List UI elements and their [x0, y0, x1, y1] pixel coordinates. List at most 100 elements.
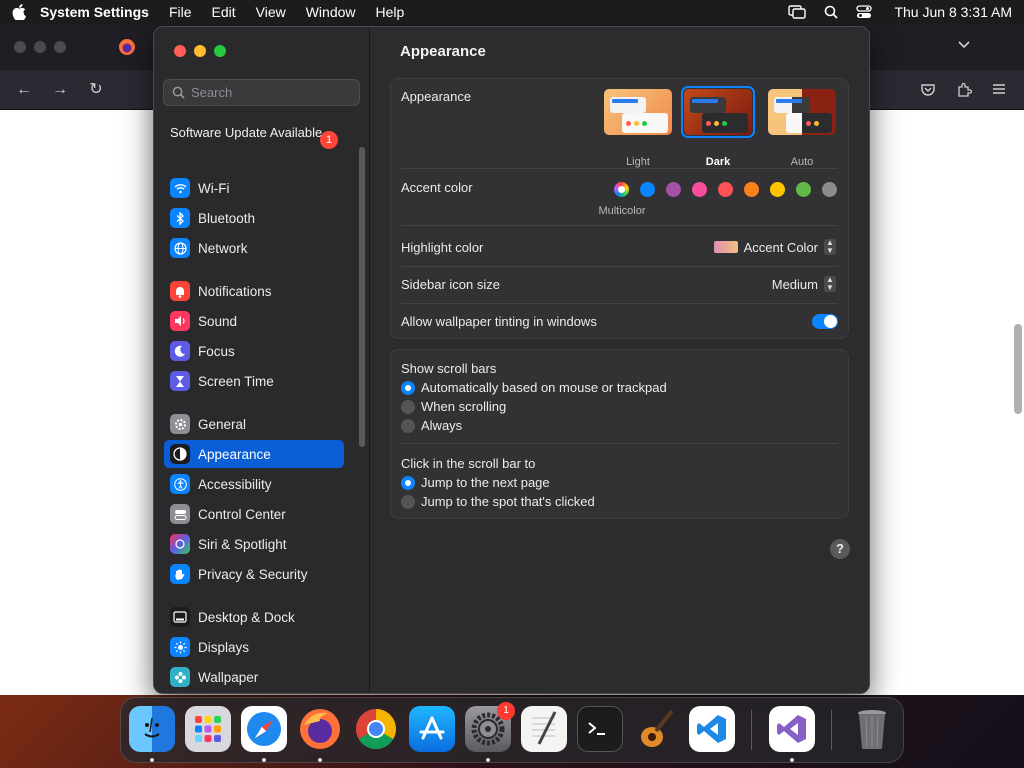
window-controls [174, 45, 226, 57]
show-scroll-bars-label: Show scroll bars [401, 361, 497, 376]
menu-edit[interactable]: Edit [212, 4, 236, 20]
firefox-tab-icon[interactable] [118, 38, 136, 56]
menu-help[interactable]: Help [376, 4, 405, 20]
sidebar-item-wifi[interactable]: Wi-Fi [164, 174, 344, 202]
dock-garageband-icon[interactable] [633, 706, 679, 752]
forward-arrow-icon[interactable]: → [50, 80, 70, 100]
flower-icon [170, 667, 190, 687]
extensions-icon[interactable] [956, 82, 972, 98]
sidebar-item-label: Privacy & Security [198, 566, 308, 582]
dock-chrome-icon[interactable] [353, 706, 399, 752]
help-button[interactable]: ? [830, 539, 850, 559]
running-indicator [262, 758, 266, 762]
dock-app-store-icon[interactable] [409, 706, 455, 752]
click-scroll-option-next-page[interactable]: Jump to the next page [401, 475, 550, 490]
menu-file[interactable]: File [169, 4, 192, 20]
divider [401, 303, 838, 304]
dock-vscode-icon[interactable] [689, 706, 735, 752]
sidebar-item-appearance[interactable]: Appearance [164, 440, 344, 468]
pocket-icon[interactable] [920, 82, 936, 98]
dock-finder-icon[interactable] [129, 706, 175, 752]
sidebar-item-accessibility[interactable]: Accessibility [164, 470, 344, 498]
sidebar-item-notifications[interactable]: Notifications [164, 277, 344, 305]
sidebar-item-label: Appearance [198, 446, 271, 462]
hamburger-menu-icon[interactable] [992, 83, 1006, 95]
dock-textedit-icon[interactable] [521, 706, 567, 752]
browser-minimize-dot [34, 41, 46, 53]
search-input[interactable]: Search [163, 79, 360, 106]
chevron-down-icon[interactable] [957, 40, 971, 50]
sidebar-item-focus[interactable]: Focus [164, 337, 344, 365]
sidebar-item-sound[interactable]: Sound [164, 307, 344, 335]
sidebar-item-label: Wallpaper [198, 669, 259, 685]
accent-swatch-green[interactable] [796, 182, 811, 197]
scroll-bars-option-always[interactable]: Always [401, 418, 462, 433]
accent-swatch-purple[interactable] [666, 182, 681, 197]
menu-window[interactable]: Window [306, 4, 356, 20]
wallpaper-tinting-toggle[interactable] [812, 314, 838, 329]
sidebar-item-privacy-security[interactable]: Privacy & Security [164, 560, 344, 588]
dock-trash-icon[interactable] [849, 706, 895, 752]
moon-icon [170, 341, 190, 361]
apple-icon[interactable] [12, 4, 26, 20]
radio-unselected[interactable] [401, 494, 415, 509]
control-center-icon[interactable] [856, 5, 873, 19]
sidebar-scrollbar[interactable] [359, 147, 365, 447]
appearance-auto-label: Auto [790, 156, 814, 168]
screen-mirroring-icon[interactable] [788, 5, 807, 19]
accent-swatch-red[interactable] [718, 182, 733, 197]
accent-swatch-multicolor[interactable] [614, 182, 629, 197]
spotlight-search-icon[interactable] [824, 5, 839, 19]
highlight-color-select[interactable]: Accent Color ▲ ▼ [713, 239, 836, 255]
auto-thumbnail [768, 89, 836, 135]
accent-swatch-pink[interactable] [692, 182, 707, 197]
sidebar-item-general[interactable]: General [164, 410, 344, 438]
sidebar-item-desktop-dock[interactable]: Desktop & Dock [164, 603, 344, 631]
zoom-button[interactable] [214, 45, 226, 57]
accent-color-label: Accent color [401, 180, 473, 195]
browser-scrollbar[interactable] [1014, 324, 1022, 414]
dock-firefox-icon[interactable] [297, 706, 343, 752]
minimize-button[interactable] [194, 45, 206, 57]
running-indicator [150, 758, 154, 762]
dock-terminal-icon[interactable] [577, 706, 623, 752]
scroll-bars-group: Show scroll bars Automatically based on … [390, 349, 849, 519]
appearance-light-label: Light [626, 156, 650, 168]
scroll-bars-option-auto[interactable]: Automatically based on mouse or trackpad [401, 380, 667, 395]
reload-icon[interactable]: ↻ [86, 80, 106, 100]
sidebar-item-label: Control Center [198, 506, 286, 522]
sidebar-item-label: Bluetooth [198, 210, 256, 226]
click-scroll-option-spot-clicked[interactable]: Jump to the spot that's clicked [401, 494, 595, 509]
sidebar-item-control-center[interactable]: Control Center [164, 500, 344, 528]
sidebar-item-displays[interactable]: Displays [164, 633, 344, 661]
menu-app-name[interactable]: System Settings [40, 4, 149, 20]
sidebar-item-network[interactable]: Network [164, 234, 344, 262]
radio-selected[interactable] [401, 475, 415, 490]
sidebar-item-bluetooth[interactable]: Bluetooth [164, 204, 344, 232]
accent-swatch-orange[interactable] [744, 182, 759, 197]
dock-visual-studio-icon[interactable] [769, 706, 815, 752]
software-update-item[interactable]: Software Update Available [170, 125, 340, 141]
dock-launchpad-icon[interactable] [185, 706, 231, 752]
close-button[interactable] [174, 45, 186, 57]
sidebar-item-label: Displays [198, 639, 250, 655]
menubar-clock[interactable]: Thu Jun 8 3:31 AM [894, 4, 1012, 20]
sidebar-item-wallpaper[interactable]: Wallpaper [164, 663, 344, 691]
sidebar-icon-size-select[interactable]: Medium ▲ ▼ [772, 276, 836, 292]
scroll-bars-option-when-scrolling[interactable]: When scrolling [401, 399, 506, 414]
accent-swatch-blue[interactable] [640, 182, 655, 197]
appearance-pane: Appearance Appearance Light Dark Auto Ac… [370, 27, 869, 693]
bluetooth-icon [170, 208, 190, 228]
radio-unselected[interactable] [401, 399, 415, 414]
sidebar-item-screen-time[interactable]: Screen Time [164, 367, 344, 395]
accent-swatch-yellow[interactable] [770, 182, 785, 197]
dock-icon [170, 607, 190, 627]
menu-view[interactable]: View [256, 4, 286, 20]
dock-safari-icon[interactable] [241, 706, 287, 752]
accent-swatch-graphite[interactable] [822, 182, 837, 197]
radio-selected[interactable] [401, 380, 415, 395]
radio-unselected[interactable] [401, 418, 415, 433]
sidebar-item-siri-spotlight[interactable]: Siri & Spotlight [164, 530, 344, 558]
dark-thumbnail [684, 89, 752, 135]
back-arrow-icon[interactable]: ← [14, 80, 34, 100]
